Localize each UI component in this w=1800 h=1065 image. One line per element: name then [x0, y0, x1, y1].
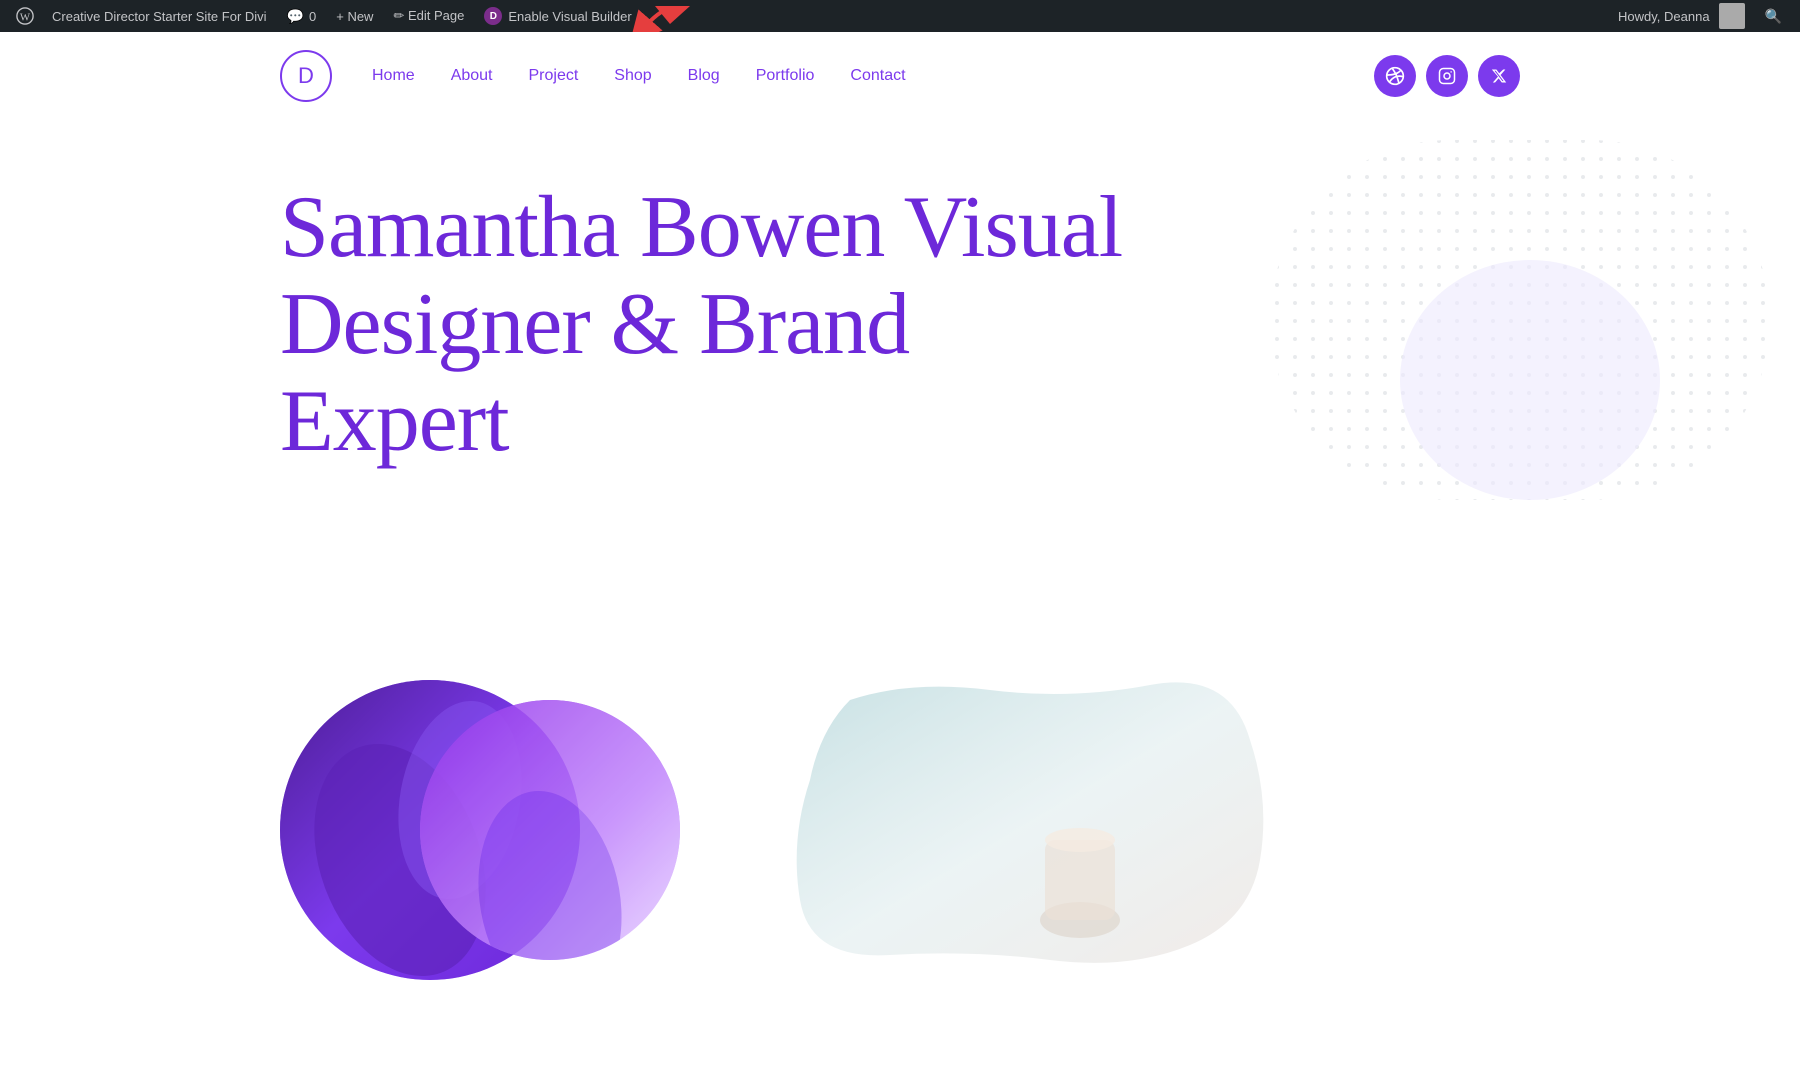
- comments-link[interactable]: 💬 0: [277, 0, 327, 32]
- svg-text:W: W: [20, 12, 31, 24]
- dot-pattern-decoration: [1220, 120, 1800, 520]
- search-icon: 🔍: [1765, 8, 1782, 25]
- wordpress-logo[interactable]: W: [8, 0, 42, 32]
- admin-bar-right: Howdy, Deanna 🔍: [1608, 0, 1792, 32]
- divi-badge-icon: D: [484, 7, 502, 25]
- header-social-links: [1374, 55, 1520, 97]
- search-button[interactable]: 🔍: [1755, 0, 1792, 32]
- nav-home[interactable]: Home: [372, 67, 415, 85]
- admin-bar: W Creative Director Starter Site For Div…: [0, 0, 1800, 32]
- user-avatar: [1719, 3, 1745, 29]
- site-logo[interactable]: D: [280, 50, 332, 102]
- logo-letter: D: [298, 63, 314, 89]
- nav-shop[interactable]: Shop: [614, 67, 651, 85]
- blob-shape-svg: [790, 680, 1270, 970]
- portfolio-preview-row: [0, 640, 1800, 980]
- portfolio-item-product: [790, 680, 1290, 980]
- hero-title: Samantha Bowen Visual Designer & Brand E…: [280, 180, 1130, 470]
- site-name-link[interactable]: Creative Director Starter Site For Divi: [42, 0, 277, 32]
- edit-page-label: ✏ Edit Page: [393, 8, 464, 24]
- nav-portfolio[interactable]: Portfolio: [756, 67, 815, 85]
- howdy-user-link[interactable]: Howdy, Deanna: [1608, 0, 1755, 32]
- circle-inner-2-content: [420, 700, 680, 960]
- portfolio-item-purple: [280, 680, 730, 960]
- instagram-social-button[interactable]: [1426, 55, 1468, 97]
- nav-blog[interactable]: Blog: [688, 67, 720, 85]
- edit-page-button[interactable]: ✏ Edit Page: [383, 0, 474, 32]
- main-nav: Home About Project Shop Blog Portfolio C…: [372, 67, 906, 85]
- nav-project[interactable]: Project: [529, 67, 579, 85]
- nav-about[interactable]: About: [451, 67, 493, 85]
- new-content-button[interactable]: + New: [326, 0, 383, 32]
- comments-icon: 💬: [287, 8, 304, 25]
- howdy-label: Howdy, Deanna: [1618, 9, 1710, 24]
- new-label: + New: [336, 9, 373, 24]
- enable-visual-builder-label: Enable Visual Builder: [508, 9, 631, 24]
- enable-visual-builder-button[interactable]: D Enable Visual Builder: [474, 0, 641, 32]
- comments-count: 0: [309, 9, 316, 24]
- purple-blob-decoration: [1380, 240, 1680, 520]
- twitter-x-social-button[interactable]: [1478, 55, 1520, 97]
- nav-contact[interactable]: Contact: [850, 67, 905, 85]
- site-header: D Home About Project Shop Blog Portfolio…: [0, 32, 1800, 120]
- site-name-text: Creative Director Starter Site For Divi: [52, 9, 267, 24]
- dribbble-social-button[interactable]: [1374, 55, 1416, 97]
- hero-section: Samantha Bowen Visual Designer & Brand E…: [0, 120, 1800, 640]
- portfolio-circle-light: [420, 700, 680, 960]
